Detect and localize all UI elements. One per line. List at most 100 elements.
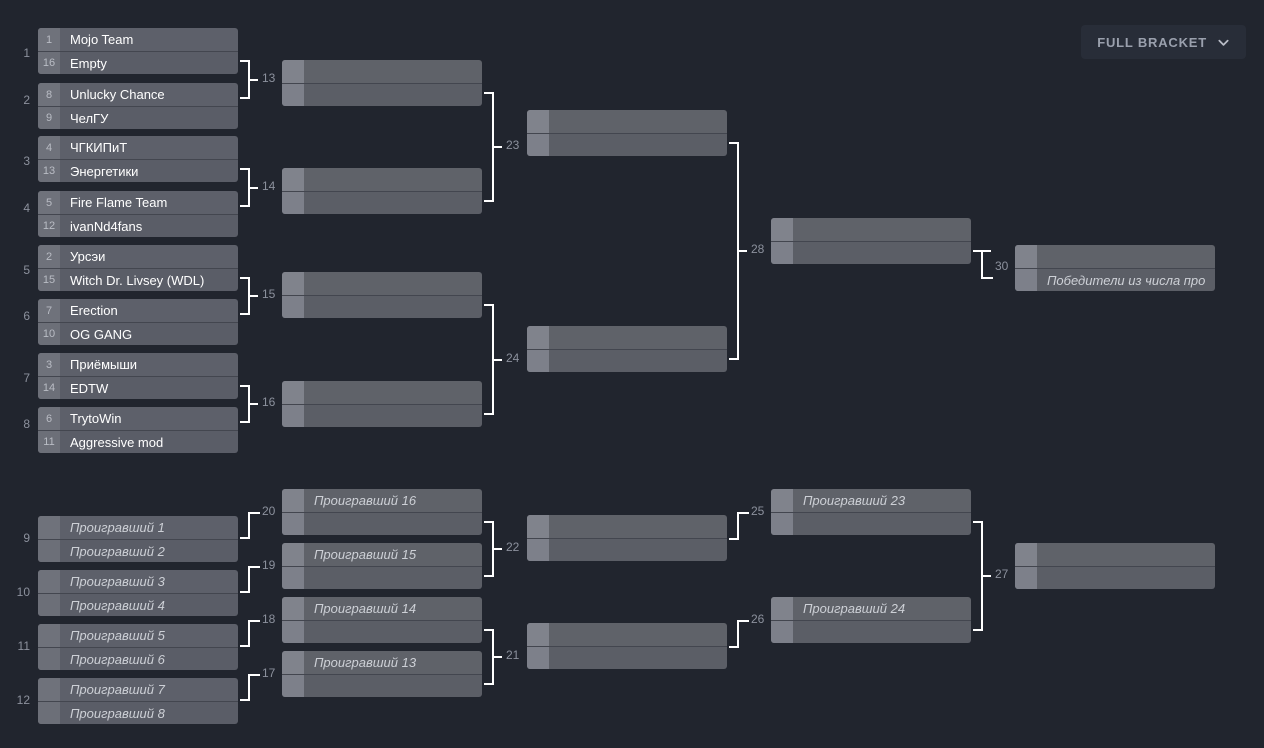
match-box[interactable]: 6 TrytoWin 11 Aggressive mod (38, 407, 238, 453)
match-slot[interactable] (771, 241, 971, 264)
match-slot[interactable] (527, 110, 727, 133)
match-slot[interactable] (282, 404, 482, 427)
match-number: 26 (751, 612, 765, 626)
match-slot[interactable]: 12 ivanNd4fans (38, 214, 238, 237)
match-box[interactable] (282, 168, 482, 214)
match-slot[interactable]: Проигравший 15 (282, 543, 482, 566)
match-slot[interactable]: Проигравший 8 (38, 701, 238, 724)
match-slot[interactable] (282, 512, 482, 535)
match-box[interactable] (282, 381, 482, 427)
match-slot[interactable] (282, 191, 482, 214)
match-number: 28 (751, 242, 765, 256)
match-box[interactable] (282, 272, 482, 318)
match-slot[interactable]: 5 Fire Flame Team (38, 191, 238, 214)
match-slot[interactable] (282, 168, 482, 191)
match-box[interactable]: 4 ЧГКИПиТ 13 Энергетики (38, 136, 238, 182)
seed-number (527, 646, 549, 669)
match-box[interactable] (282, 60, 482, 106)
match-slot[interactable] (527, 623, 727, 646)
match-slot[interactable] (282, 674, 482, 697)
full-bracket-label: FULL BRACKET (1097, 34, 1207, 50)
match-slot[interactable]: 4 ЧГКИПиТ (38, 136, 238, 159)
match-slot[interactable]: 3 Приёмыши (38, 353, 238, 376)
match-slot[interactable]: Проигравший 4 (38, 593, 238, 616)
seed-number (282, 489, 304, 512)
match-slot[interactable] (771, 512, 971, 535)
match-box[interactable]: 3 Приёмыши 14 EDTW (38, 353, 238, 399)
match-box[interactable] (527, 110, 727, 156)
match-slot[interactable] (527, 515, 727, 538)
match-slot[interactable] (282, 60, 482, 83)
match-box[interactable] (527, 623, 727, 669)
match-slot[interactable]: 1 Mojo Team (38, 28, 238, 51)
match-slot[interactable]: 2 Урсэи (38, 245, 238, 268)
match-slot[interactable]: 15 Witch Dr. Livsey (WDL) (38, 268, 238, 291)
match-box[interactable]: 5 Fire Flame Team 12 ivanNd4fans (38, 191, 238, 237)
match-slot[interactable]: 13 Энергетики (38, 159, 238, 182)
match-box[interactable]: Проигравший 13 (282, 651, 482, 697)
match-slot[interactable] (771, 620, 971, 643)
seed-number: 15 (38, 268, 60, 291)
match-slot[interactable]: Проигравший 3 (38, 570, 238, 593)
bracket-canvas: FULL BRACKET 1 Mojo Team 16 Empty 1 8 Unlucky … (0, 0, 1264, 748)
seed-number (282, 168, 304, 191)
match-slot[interactable]: Проигравший 24 (771, 597, 971, 620)
match-slot[interactable]: 7 Erection (38, 299, 238, 322)
match-slot[interactable] (1015, 566, 1215, 589)
match-slot[interactable]: 14 EDTW (38, 376, 238, 399)
match-slot[interactable] (527, 646, 727, 669)
match-slot[interactable]: Проигравший 1 (38, 516, 238, 539)
match-box[interactable] (527, 326, 727, 372)
team-name: Проигравший 7 (70, 682, 165, 697)
team-name: Проигравший 16 (314, 493, 417, 508)
match-slot[interactable]: 8 Unlucky Chance (38, 83, 238, 106)
match-number: 30 (995, 259, 1009, 273)
match-box[interactable] (527, 515, 727, 561)
match-box[interactable]: Проигравший 16 (282, 489, 482, 535)
seed-number: 10 (38, 322, 60, 345)
match-box[interactable]: Победители из числа про (1015, 245, 1215, 291)
match-slot[interactable] (282, 83, 482, 106)
match-box[interactable]: Проигравший 7 Проигравший 8 (38, 678, 238, 724)
match-box[interactable]: 2 Урсэи 15 Witch Dr. Livsey (WDL) (38, 245, 238, 291)
match-slot[interactable] (527, 133, 727, 156)
match-slot[interactable] (1015, 245, 1215, 268)
match-slot[interactable]: Проигравший 14 (282, 597, 482, 620)
match-slot[interactable] (527, 349, 727, 372)
match-box[interactable] (771, 218, 971, 264)
full-bracket-dropdown[interactable]: FULL BRACKET (1081, 25, 1246, 59)
match-slot[interactable] (771, 218, 971, 241)
match-slot[interactable]: 16 Empty (38, 51, 238, 74)
match-slot[interactable] (1015, 543, 1215, 566)
match-slot[interactable]: 10 OG GANG (38, 322, 238, 345)
match-slot[interactable]: Победители из числа про (1015, 268, 1215, 291)
match-slot[interactable] (282, 295, 482, 318)
match-slot[interactable] (282, 620, 482, 643)
match-slot[interactable]: Проигравший 6 (38, 647, 238, 670)
match-slot[interactable]: Проигравший 5 (38, 624, 238, 647)
match-slot[interactable] (282, 381, 482, 404)
match-box[interactable]: 8 Unlucky Chance 9 ЧелГУ (38, 83, 238, 129)
match-box[interactable]: 1 Mojo Team 16 Empty (38, 28, 238, 74)
match-box[interactable]: Проигравший 3 Проигравший 4 (38, 570, 238, 616)
match-box[interactable]: 7 Erection 10 OG GANG (38, 299, 238, 345)
match-box[interactable]: Проигравший 14 (282, 597, 482, 643)
match-box[interactable]: Проигравший 5 Проигравший 6 (38, 624, 238, 670)
match-slot[interactable]: 11 Aggressive mod (38, 430, 238, 453)
match-slot[interactable]: Проигравший 2 (38, 539, 238, 562)
match-box[interactable]: Проигравший 24 (771, 597, 971, 643)
match-box[interactable]: Проигравший 23 (771, 489, 971, 535)
match-slot[interactable]: Проигравший 23 (771, 489, 971, 512)
match-slot[interactable]: 6 TrytoWin (38, 407, 238, 430)
match-slot[interactable]: Проигравший 16 (282, 489, 482, 512)
match-slot[interactable]: Проигравший 13 (282, 651, 482, 674)
match-slot[interactable] (527, 538, 727, 561)
match-slot[interactable]: 9 ЧелГУ (38, 106, 238, 129)
match-box[interactable]: Проигравший 15 (282, 543, 482, 589)
match-slot[interactable] (527, 326, 727, 349)
match-slot[interactable]: Проигравший 7 (38, 678, 238, 701)
match-slot[interactable] (282, 566, 482, 589)
match-box[interactable] (1015, 543, 1215, 589)
match-box[interactable]: Проигравший 1 Проигравший 2 (38, 516, 238, 562)
match-slot[interactable] (282, 272, 482, 295)
